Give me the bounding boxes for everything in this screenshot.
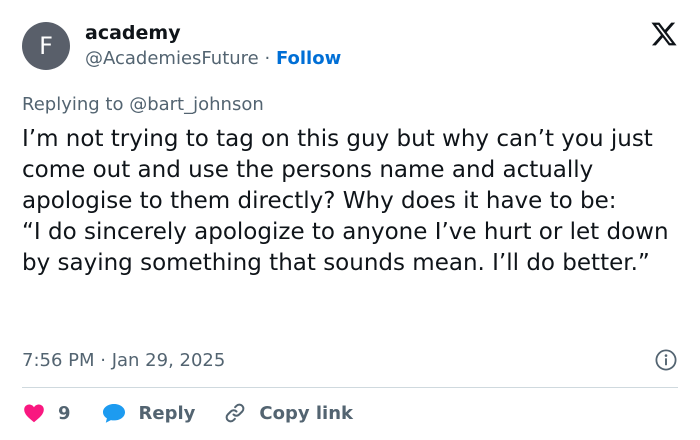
copy-link-label: Copy link bbox=[259, 402, 353, 424]
tweet-card: F academy @AcademiesFuture · Follow Repl… bbox=[0, 0, 700, 440]
avatar-letter: F bbox=[39, 32, 53, 60]
author-info: academy @AcademiesFuture · Follow bbox=[85, 21, 341, 71]
avatar[interactable]: F bbox=[22, 22, 70, 70]
copy-link-button[interactable]: Copy link bbox=[223, 401, 353, 425]
x-logo-icon[interactable] bbox=[650, 20, 678, 48]
replying-to: Replying to @bart_johnson bbox=[22, 94, 264, 115]
reply-label: Reply bbox=[138, 402, 196, 424]
tweet-header: F academy @AcademiesFuture · Follow bbox=[22, 18, 341, 74]
action-bar: 9 Reply Copy link bbox=[22, 398, 353, 428]
timestamp[interactable]: 7:56 PM · Jan 29, 2025 bbox=[22, 350, 225, 371]
link-icon bbox=[226, 403, 245, 423]
follow-button[interactable]: Follow bbox=[276, 48, 341, 69]
handle-row: @AcademiesFuture · Follow bbox=[85, 47, 341, 71]
handle-separator: · bbox=[264, 48, 271, 69]
tweet-body: I’m not trying to tag on this guy but wh… bbox=[22, 124, 678, 279]
like-button[interactable]: 9 bbox=[22, 401, 71, 425]
meta-row: 7:56 PM · Jan 29, 2025 bbox=[22, 346, 678, 374]
heart-icon bbox=[24, 404, 44, 423]
reply-button[interactable]: Reply bbox=[101, 401, 196, 425]
like-count: 9 bbox=[58, 402, 71, 424]
divider bbox=[22, 387, 678, 388]
author-handle[interactable]: @AcademiesFuture bbox=[85, 48, 259, 69]
display-name[interactable]: academy bbox=[85, 21, 341, 45]
info-icon[interactable] bbox=[654, 348, 678, 372]
tweet-quote-paragraph: “I do sincerely apologize to anyone I’ve… bbox=[22, 219, 669, 276]
tweet-paragraph: I’m not trying to tag on this guy but wh… bbox=[22, 126, 653, 214]
speech-bubble-icon bbox=[102, 404, 125, 423]
